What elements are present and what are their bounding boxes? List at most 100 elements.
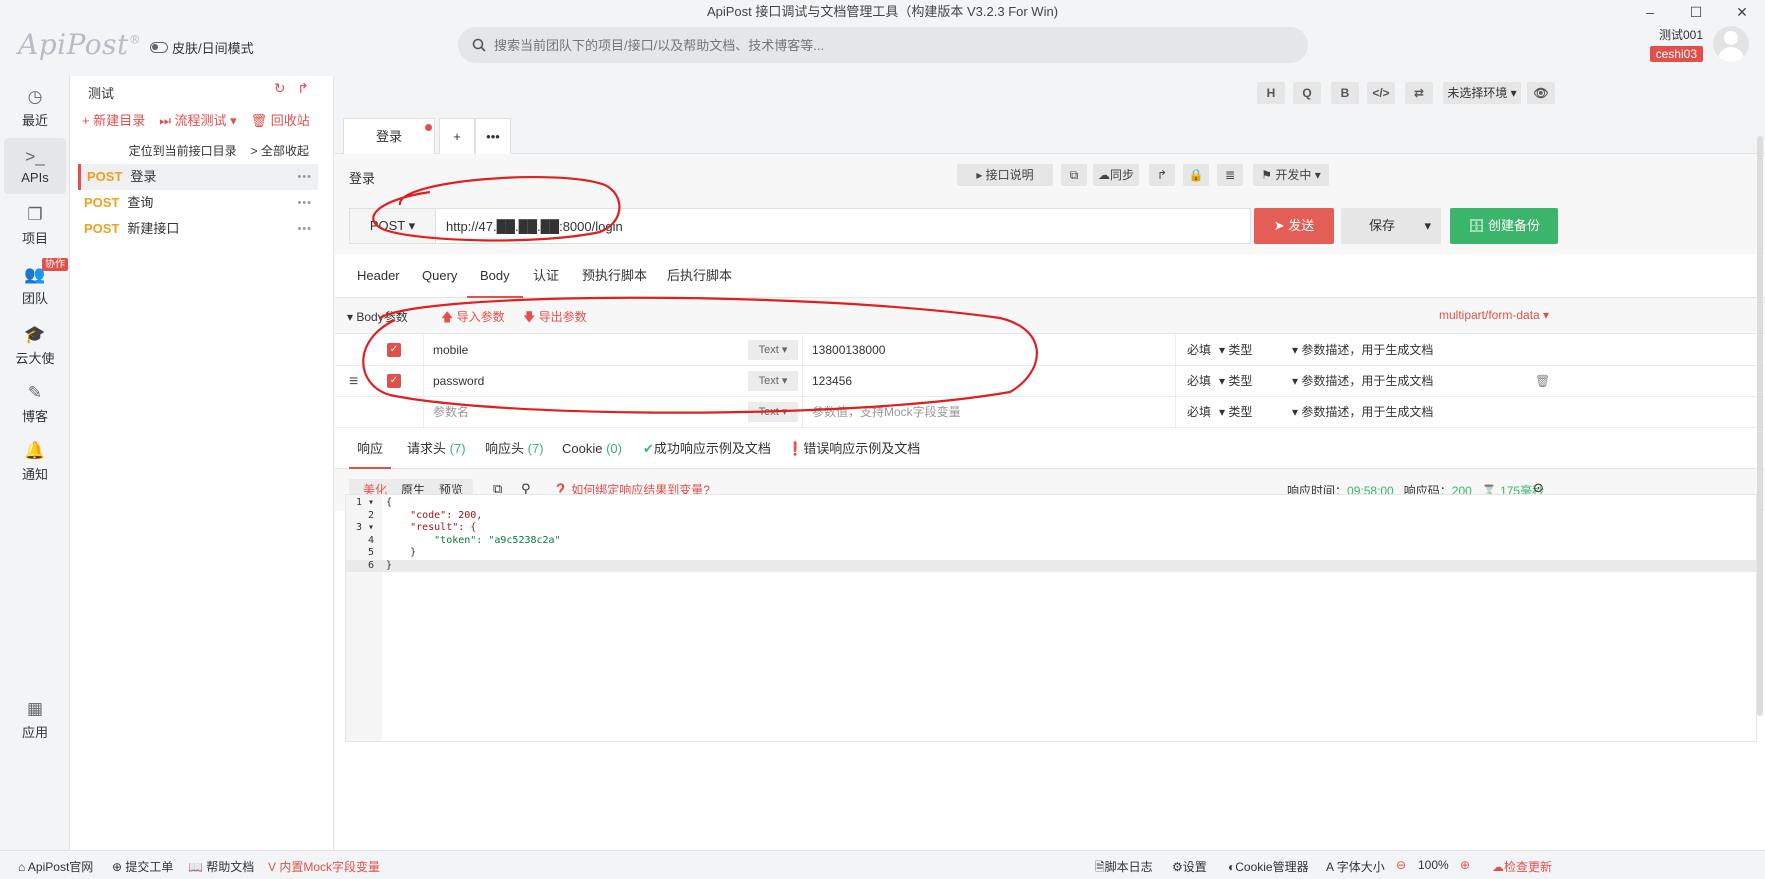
tab-query[interactable]: Query (422, 254, 457, 298)
export-params-button[interactable]: 🡇 导出参数 (523, 308, 587, 329)
tab-request-headers[interactable]: 请求头 (7) (407, 429, 466, 469)
mock-link[interactable]: V 内置Mock字段变量 (268, 858, 380, 875)
param-value[interactable]: 参数值，支持Mock字段变量 (812, 397, 961, 428)
param-kind-select[interactable]: ▾ 类型 (1219, 366, 1252, 397)
new-dir-button[interactable]: + 新建目录 (82, 110, 145, 129)
quote-button[interactable]: Q (1293, 82, 1321, 104)
api-doc-button[interactable]: ▸ 接口说明 (957, 164, 1053, 186)
sync-button[interactable]: ☁同步 (1093, 164, 1139, 186)
user-info[interactable]: 测试001 ceshi03 (1649, 24, 1703, 62)
check-update-button[interactable]: ☁检查更新 (1492, 858, 1552, 875)
tab-error-example[interactable]: ❗错误响应示例及文档 (787, 429, 920, 469)
param-type-select[interactable]: Text ▾ (748, 371, 798, 391)
bold-button[interactable]: B (1331, 82, 1359, 104)
param-type-select[interactable]: Text ▾ (748, 402, 798, 422)
tree-item-login[interactable]: POST 登录 ••• (78, 164, 318, 190)
zoom-in-button[interactable]: ⊕ (1460, 858, 1470, 872)
nav-notify[interactable]: 🔔 通知 (4, 432, 66, 488)
nav-blog[interactable]: ✎ 博客 (4, 374, 66, 430)
delete-icon[interactable]: 🗑 (1535, 366, 1550, 397)
script-log-button[interactable]: 🗎脚本日志 (1095, 858, 1153, 879)
tab-pre-script[interactable]: 预执行脚本 (582, 254, 647, 298)
create-backup-button[interactable]: 🗄 创建备份 (1450, 208, 1558, 244)
tree-item-new[interactable]: POST 新建接口 ••• (78, 216, 318, 242)
tab-success-example[interactable]: ✔成功响应示例及文档 (643, 429, 771, 469)
tab-login[interactable]: 登录 (343, 118, 435, 154)
param-required[interactable]: 必填 (1187, 366, 1211, 397)
param-desc[interactable]: ▾ 参数描述，用于生成文档 (1292, 397, 1433, 428)
nav-ambassador[interactable]: 🎓 云大使 (4, 316, 66, 372)
more-icon[interactable]: ••• (297, 216, 312, 242)
nav-apps[interactable]: ▦ 应用 (4, 690, 66, 746)
param-type-select[interactable]: Text ▾ (748, 340, 798, 360)
avatar[interactable] (1713, 26, 1749, 62)
more-icon[interactable]: ••• (297, 164, 312, 190)
more-icon[interactable]: ••• (297, 190, 312, 216)
content-type-select[interactable]: multipart/form-data ▾ (1439, 308, 1549, 322)
font-size-button[interactable]: A 字体大小 (1326, 858, 1385, 875)
maximize-button[interactable]: ☐ (1673, 0, 1719, 24)
param-checkbox[interactable]: ✓ (387, 343, 401, 357)
skin-mode-toggle[interactable]: 皮肤/日间模式 (150, 38, 254, 57)
settings-button[interactable]: ⚙设置 (1172, 858, 1207, 875)
param-desc[interactable]: ▾ 参数描述，用于生成文档 (1292, 366, 1433, 397)
chevron-down-icon[interactable]: ▾ (1424, 208, 1431, 244)
help-link[interactable]: 📖 帮助文档 (188, 858, 254, 875)
cookie-manager-button[interactable]: ◐Cookie管理器 (1228, 858, 1309, 875)
env-select[interactable]: 未选择环境 ▾ (1443, 82, 1521, 104)
heading-button[interactable]: H (1257, 82, 1285, 104)
eye-icon[interactable]: 👁 (1527, 82, 1555, 104)
method-select[interactable]: POST ▾ (350, 209, 436, 243)
tab-auth[interactable]: 认证 (533, 254, 559, 298)
response-editor[interactable]: 1 ▾ { 2 "code": 200, 3 ▾ "result": { 4 "t… (345, 494, 1757, 742)
param-value[interactable]: 13800138000 (812, 335, 885, 366)
format-button[interactable]: ⇄ (1405, 82, 1433, 104)
url-input[interactable] (436, 209, 1250, 243)
close-button[interactable]: ✕ (1719, 0, 1765, 24)
more-tabs-button[interactable]: ••• (475, 118, 511, 154)
nav-apis[interactable]: >_ APIs (4, 138, 66, 194)
tab-response-headers[interactable]: 响应头 (7) (485, 429, 544, 469)
search-input[interactable] (494, 37, 1308, 53)
recycle-bin-button[interactable]: 🗑 回收站 (251, 110, 310, 129)
param-required[interactable]: 必填 (1187, 335, 1211, 366)
zoom-out-button[interactable]: ⊖ (1396, 858, 1406, 872)
tab-post-script[interactable]: 后执行脚本 (667, 254, 732, 298)
tree-item-query[interactable]: POST 查询 ••• (78, 190, 318, 216)
import-params-button[interactable]: 🡅 导入参数 (441, 308, 505, 329)
scrollbar[interactable] (1757, 136, 1763, 716)
tab-cookie[interactable]: Cookie (0) (562, 429, 622, 469)
param-key[interactable]: password (433, 366, 484, 397)
param-kind-select[interactable]: ▾ 类型 (1219, 397, 1252, 428)
param-kind-select[interactable]: ▾ 类型 (1219, 335, 1252, 366)
add-tab-button[interactable]: + (439, 118, 475, 154)
share-icon[interactable]: ↱ (1149, 164, 1175, 186)
tab-header[interactable]: Header (357, 254, 400, 298)
database-icon[interactable]: ≣ (1217, 164, 1243, 186)
copy-icon[interactable]: ⧉ (1061, 164, 1087, 186)
param-value[interactable]: 123456 (812, 366, 852, 397)
param-key[interactable]: 参数名 (433, 397, 469, 428)
param-checkbox[interactable]: ✓ (387, 374, 401, 388)
ticket-link[interactable]: ⊕ 提交工单 (112, 858, 173, 875)
drag-handle-icon[interactable]: ≡ (349, 366, 358, 397)
collapse-all-button[interactable]: > 全部收起 (251, 142, 309, 159)
code-button[interactable]: </> (1367, 82, 1395, 104)
tab-body[interactable]: Body (467, 254, 523, 298)
lock-icon[interactable]: 🔒 (1183, 164, 1209, 186)
minimize-button[interactable]: – (1627, 0, 1673, 24)
refresh-icon[interactable]: ↻ (274, 80, 286, 96)
tab-response[interactable]: 响应 (349, 429, 392, 469)
param-required[interactable]: 必填 (1187, 397, 1211, 428)
save-button[interactable]: 保存 ▾ (1341, 208, 1441, 244)
param-key[interactable]: mobile (433, 335, 468, 366)
nav-recent[interactable]: ◷ 最近 (4, 78, 66, 134)
share-icon[interactable]: ↱ (297, 80, 309, 96)
dev-status-select[interactable]: ⚑ 开发中 ▾ (1253, 164, 1329, 186)
flow-test-button[interactable]: ⏭ 流程测试 ▾ (159, 110, 236, 129)
send-button[interactable]: ➤ 发送 (1254, 208, 1334, 244)
nav-project[interactable]: ❐ 项目 (4, 196, 66, 252)
global-search[interactable] (458, 27, 1308, 63)
body-params-toggle[interactable]: ▾ Body参数 (347, 308, 408, 325)
locate-current-button[interactable]: 定位到当前接口目录 (129, 142, 237, 159)
